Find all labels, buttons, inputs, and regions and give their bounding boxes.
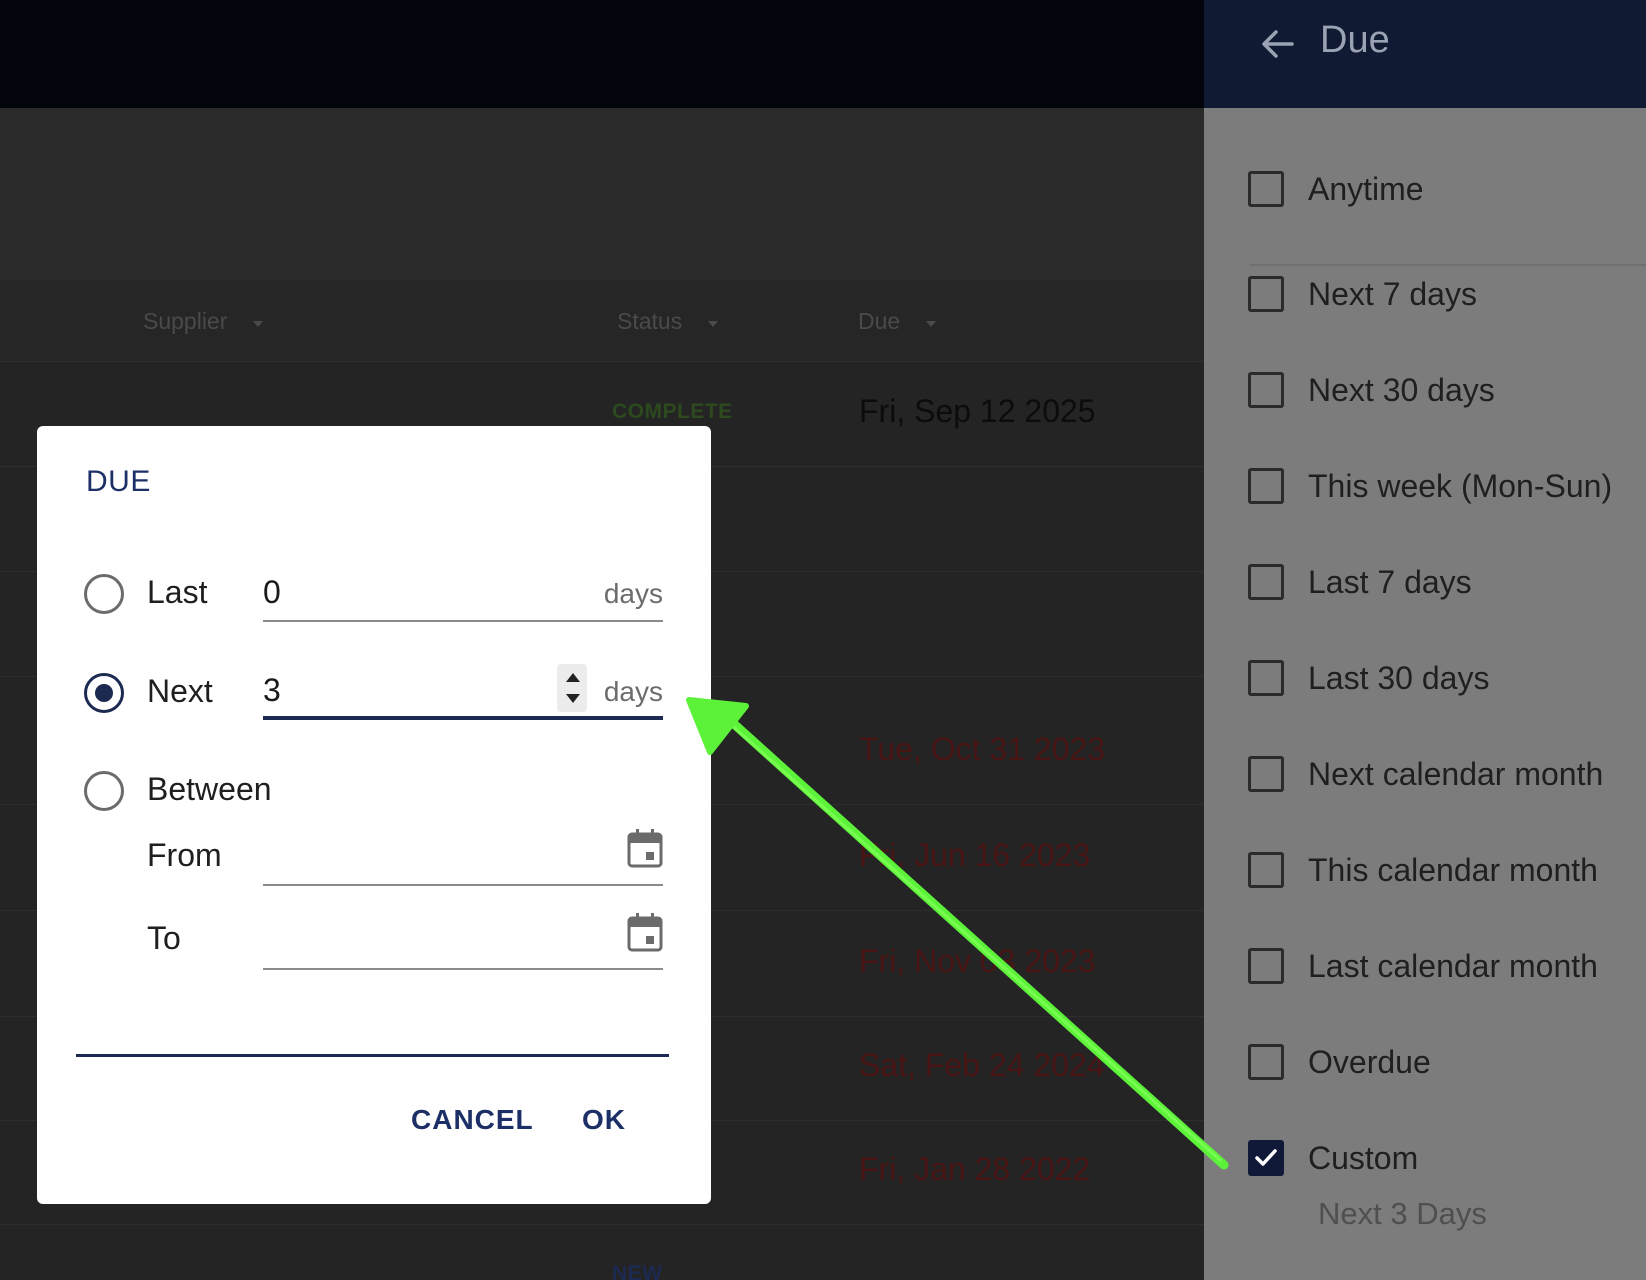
filter-checkbox[interactable] (1248, 171, 1284, 207)
column-header-label: Due (858, 308, 901, 334)
to-label: To (147, 920, 181, 956)
filter-checkbox[interactable] (1248, 1140, 1284, 1176)
custom-filter-summary: Next 3 Days (1318, 1196, 1487, 1231)
filter-option-overdue[interactable]: Overdue (1248, 1042, 1431, 1082)
caret-down-icon (708, 320, 719, 327)
due-date: Fri, Nov 03 2023 (859, 943, 1096, 979)
filter-option-this-week-mon-sun[interactable]: This week (Mon-Sun) (1248, 466, 1612, 506)
app-top-bar (0, 0, 1204, 108)
panel-header: Due (1204, 0, 1646, 108)
calendar-icon[interactable] (627, 828, 663, 868)
stepper-up-icon[interactable] (566, 673, 580, 682)
filter-option-next-calendar-month[interactable]: Next calendar month (1248, 754, 1603, 794)
filter-checkbox[interactable] (1248, 660, 1284, 696)
filter-option-last-7-days[interactable]: Last 7 days (1248, 562, 1472, 602)
between-radio[interactable] (84, 771, 124, 811)
last-days-input[interactable]: 0 days (263, 562, 663, 622)
due-filter-panel: Due Anytime Next 7 days Next 30 days This w… (1204, 0, 1646, 1280)
ok-button[interactable]: OK (582, 1104, 626, 1136)
due-date: Sat, Feb 24 2024 (859, 1047, 1105, 1083)
filter-option-next-7-days[interactable]: Next 7 days (1248, 274, 1477, 314)
between-label: Between (147, 771, 272, 807)
filter-option-this-calendar-month[interactable]: This calendar month (1248, 850, 1598, 890)
panel-title: Due (1320, 19, 1390, 61)
filter-option-label: Next calendar month (1308, 755, 1604, 792)
filter-option-last-30-days[interactable]: Last 30 days (1248, 658, 1489, 698)
last-days-value: 0 (263, 574, 281, 610)
due-date: Fri, Sep 12 2025 (859, 393, 1096, 429)
column-header-label: Supplier (143, 308, 228, 334)
filter-option-label: Next 7 days (1308, 275, 1477, 312)
caret-down-icon (253, 320, 264, 327)
filter-option-label: Last calendar month (1308, 947, 1598, 984)
filter-option-label: This week (Mon-Sun) (1308, 467, 1613, 504)
cancel-button[interactable]: CANCEL (411, 1104, 534, 1136)
column-header-label: Status (617, 308, 683, 334)
filter-option-label: Next 30 days (1308, 371, 1495, 408)
table-header: Supplier Status Due (0, 280, 1204, 362)
last-days-suffix: days (603, 578, 663, 609)
to-date-input[interactable] (263, 910, 663, 970)
last-label: Last (147, 574, 208, 610)
due-dialog: DUE Last 0 days Next 3 days Between From (37, 426, 711, 1204)
filter-checkbox[interactable] (1248, 372, 1284, 408)
filter-checkbox[interactable] (1248, 276, 1284, 312)
next-days-input[interactable]: 3 days (263, 660, 663, 720)
from-date-input[interactable] (263, 826, 663, 886)
next-radio[interactable] (84, 673, 124, 713)
filter-option-label: Custom (1308, 1139, 1419, 1176)
column-header-status[interactable]: Status (617, 308, 719, 335)
status-badge: COMPLETE (612, 400, 733, 423)
stepper-down-icon[interactable] (566, 694, 580, 703)
filter-checkbox[interactable] (1248, 468, 1284, 504)
filter-option-label: This calendar month (1308, 851, 1598, 888)
next-days-value: 3 (263, 672, 281, 708)
filter-option-label: Anytime (1308, 170, 1424, 207)
last-radio[interactable] (84, 574, 124, 614)
column-header-supplier[interactable]: Supplier (143, 308, 264, 335)
filter-checkbox[interactable] (1248, 756, 1284, 792)
arrow-left-icon[interactable] (1258, 24, 1298, 64)
filter-checkbox[interactable] (1248, 564, 1284, 600)
dialog-title: DUE (86, 465, 151, 498)
status-badge: NEW (612, 1262, 663, 1280)
filter-option-last-calendar-month[interactable]: Last calendar month (1248, 946, 1598, 986)
column-header-due[interactable]: Due (858, 308, 937, 335)
filter-option-label: Overdue (1308, 1043, 1431, 1080)
filter-checkbox[interactable] (1248, 1044, 1284, 1080)
app-toolbar-area (0, 108, 1204, 280)
from-label: From (147, 837, 222, 873)
dialog-divider (76, 1054, 669, 1057)
calendar-icon[interactable] (627, 912, 663, 952)
app-stage: Supplier Status Due COMPLETE Fri, Sep 12 … (0, 0, 1646, 1280)
filter-option-label: Last 30 days (1308, 659, 1490, 696)
filter-option-custom[interactable]: Custom (1248, 1138, 1418, 1178)
due-date: Fri, Jan 28 2022 (859, 1151, 1091, 1187)
table-row[interactable]: NEW (0, 1224, 1204, 1280)
due-date: Fri, Jun 16 2023 (859, 837, 1091, 873)
next-days-suffix: days (603, 676, 663, 707)
filter-checkbox[interactable] (1248, 852, 1284, 888)
panel-divider (1250, 264, 1646, 266)
filter-option-label: Last 7 days (1308, 563, 1472, 600)
check-icon (1255, 1149, 1277, 1166)
caret-down-icon (926, 320, 937, 327)
filter-option-next-30-days[interactable]: Next 30 days (1248, 370, 1495, 410)
filter-checkbox[interactable] (1248, 948, 1284, 984)
due-date: Tue, Oct 31 2023 (859, 731, 1106, 767)
next-label: Next (147, 673, 213, 709)
filter-option-anytime[interactable]: Anytime (1248, 169, 1424, 209)
number-stepper[interactable] (557, 664, 587, 712)
